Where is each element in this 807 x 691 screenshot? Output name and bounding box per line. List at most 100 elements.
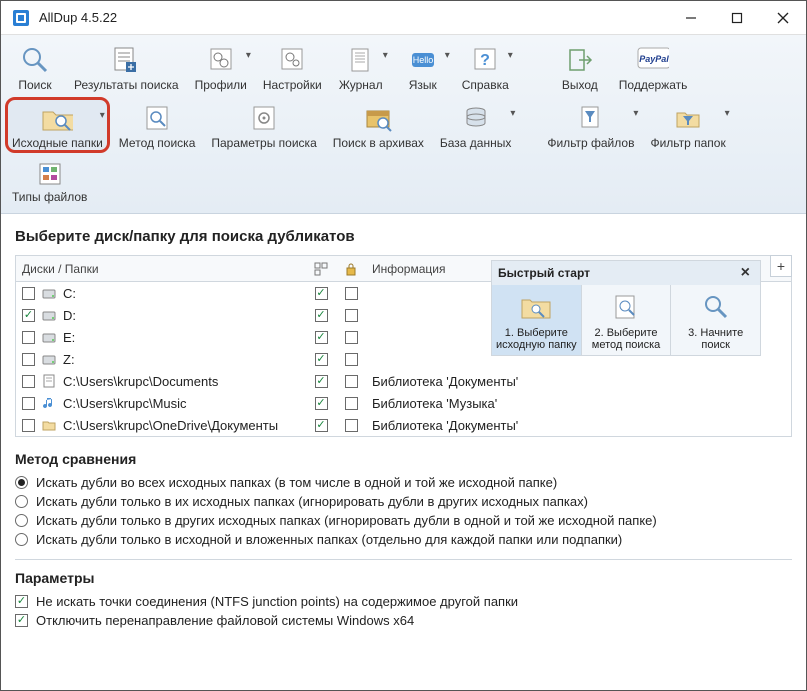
quick-start-body: 1. Выберите исходную папку 2. Выберите м…	[492, 285, 760, 355]
chevron-down-icon: ▾	[383, 50, 388, 61]
row-checkbox[interactable]: ✓	[22, 375, 35, 388]
subfolder-checkbox[interactable]: ✓	[315, 419, 328, 432]
log-button[interactable]: ▾Журнал	[331, 39, 391, 95]
support-button[interactable]: PayPalПоддержать	[612, 39, 695, 95]
label: Типы файлов	[12, 190, 87, 204]
row-checkbox[interactable]: ✓	[22, 353, 35, 366]
settings-button[interactable]: Настройки	[256, 39, 329, 95]
param-option-2[interactable]: ✓Отключить перенаправление файловой сист…	[15, 611, 792, 630]
table-row[interactable]: ✓C:\Users\krupc\Documents✓✓Библиотека 'Д…	[16, 370, 791, 392]
method-option-1[interactable]: Искать дубли во всех исходных папках (в …	[15, 473, 792, 492]
label: Параметры поиска	[211, 136, 316, 150]
disk-icon	[41, 329, 57, 345]
file-types-icon	[36, 160, 64, 188]
chevron-down-icon: ▾	[725, 108, 730, 119]
app-window: AllDup 4.5.22 Поиск Результаты поиска ▾П…	[0, 0, 807, 691]
subfolder-checkbox[interactable]: ✓	[315, 397, 328, 410]
lock-checkbox[interactable]: ✓	[345, 331, 358, 344]
toolbar-row-main: Поиск Результаты поиска ▾Профили Настрой…	[5, 39, 802, 95]
results-icon	[110, 44, 142, 76]
method-option-2[interactable]: Искать дубли только в их исходных папках…	[15, 492, 792, 511]
paypal-icon: PayPal	[637, 44, 669, 76]
folder-icon	[41, 417, 57, 433]
lock-checkbox[interactable]: ✓	[345, 397, 358, 410]
results-button[interactable]: Результаты поиска	[67, 39, 186, 95]
chevron-down-icon: ▾	[510, 108, 515, 119]
title-bar: AllDup 4.5.22	[1, 1, 806, 35]
label: Искать дубли только в их исходных папках…	[36, 494, 588, 509]
quick-step-1[interactable]: 1. Выберите исходную папку	[492, 285, 582, 355]
col-disks[interactable]: Диски / Папки	[16, 256, 306, 281]
row-info: Библиотека 'Документы'	[372, 374, 518, 389]
chevron-down-icon: ▾	[633, 108, 638, 119]
archive-search-button[interactable]: Поиск в архивах	[326, 97, 431, 153]
label: Выход	[562, 78, 598, 92]
separator	[15, 559, 792, 560]
method-option-3[interactable]: Искать дубли только в других исходных па…	[15, 511, 792, 530]
app-icon	[11, 8, 31, 28]
add-folder-button[interactable]: +	[770, 255, 792, 277]
maximize-button[interactable]	[714, 1, 760, 35]
search-method-button[interactable]: Метод поиска	[112, 97, 203, 153]
lock-checkbox[interactable]: ✓	[345, 287, 358, 300]
quick-step-3[interactable]: 3. Начните поиск	[671, 285, 760, 355]
label: Фильтр папок	[650, 136, 725, 150]
database-button[interactable]: ▾База данных	[433, 97, 518, 153]
minimize-button[interactable]	[668, 1, 714, 35]
quick-step-2[interactable]: 2. Выберите метод поиска	[582, 285, 672, 355]
source-folders-button[interactable]: ▾ Исходные папки	[5, 97, 110, 153]
subfolder-checkbox[interactable]: ✓	[315, 287, 328, 300]
close-button[interactable]	[760, 1, 806, 35]
file-types-button[interactable]: Типы файлов	[5, 155, 94, 207]
label: Справка	[462, 78, 509, 92]
row-checkbox[interactable]: ✓	[22, 309, 35, 322]
subfolder-checkbox[interactable]: ✓	[315, 309, 328, 322]
row-checkbox[interactable]: ✓	[22, 419, 35, 432]
row-checkbox[interactable]: ✓	[22, 331, 35, 344]
profiles-button[interactable]: ▾Профили	[188, 39, 254, 95]
lock-checkbox[interactable]: ✓	[345, 419, 358, 432]
chevron-down-icon: ▾	[100, 110, 105, 121]
folder-music-icon	[41, 395, 57, 411]
lock-checkbox[interactable]: ✓	[345, 309, 358, 322]
label: 3. Начните поиск	[673, 327, 758, 351]
lock-checkbox[interactable]: ✓	[345, 353, 358, 366]
subfolder-checkbox[interactable]: ✓	[315, 375, 328, 388]
magnifier-page-icon	[141, 102, 173, 134]
quick-start-close-button[interactable]: ×	[737, 265, 754, 281]
quick-start-header: Быстрый старт ×	[492, 261, 760, 285]
disk-icon	[41, 285, 57, 301]
magnifier-icon	[19, 44, 51, 76]
method-option-4[interactable]: Искать дубли только в исходной и вложенн…	[15, 530, 792, 549]
label: 2. Выберите метод поиска	[584, 327, 669, 351]
disk-icon	[41, 351, 57, 367]
window-title: AllDup 4.5.22	[39, 10, 668, 25]
exit-button[interactable]: Выход	[550, 39, 610, 95]
subfolder-checkbox[interactable]: ✓	[315, 331, 328, 344]
lock-checkbox[interactable]: ✓	[345, 375, 358, 388]
search-button[interactable]: Поиск	[5, 39, 65, 95]
label: Результаты поиска	[74, 78, 179, 92]
help-button[interactable]: ?▾Справка	[455, 39, 516, 95]
label: Исходные папки	[12, 136, 103, 150]
col-lock-icon[interactable]	[336, 256, 366, 281]
col-tree-icon[interactable]	[306, 256, 336, 281]
toolbar-row-extra: Типы файлов	[5, 155, 802, 207]
profiles-icon	[205, 44, 237, 76]
window-controls	[668, 1, 806, 35]
subfolder-checkbox[interactable]: ✓	[315, 353, 328, 366]
row-label: C:\Users\krupc\Music	[63, 396, 187, 411]
chevron-down-icon: ▾	[246, 50, 251, 61]
folder-filter-button[interactable]: ▾ Фильтр папок	[643, 97, 732, 153]
toolbar-row-options: ▾ Исходные папки Метод поиска Параметры …	[5, 97, 802, 153]
language-button[interactable]: Hello▾Язык	[393, 39, 453, 95]
search-params-button[interactable]: Параметры поиска	[204, 97, 323, 153]
file-filter-button[interactable]: ▾Фильтр файлов	[540, 97, 641, 153]
table-row[interactable]: ✓C:\Users\krupc\OneDrive\Документы✓✓Библ…	[16, 414, 791, 436]
row-checkbox[interactable]: ✓	[22, 397, 35, 410]
table-row[interactable]: ✓C:\Users\krupc\Music✓✓Библиотека 'Музык…	[16, 392, 791, 414]
param-option-1[interactable]: ✓Не искать точки соединения (NTFS juncti…	[15, 592, 792, 611]
gear-icon	[276, 44, 308, 76]
row-checkbox[interactable]: ✓	[22, 287, 35, 300]
exit-icon	[564, 44, 596, 76]
